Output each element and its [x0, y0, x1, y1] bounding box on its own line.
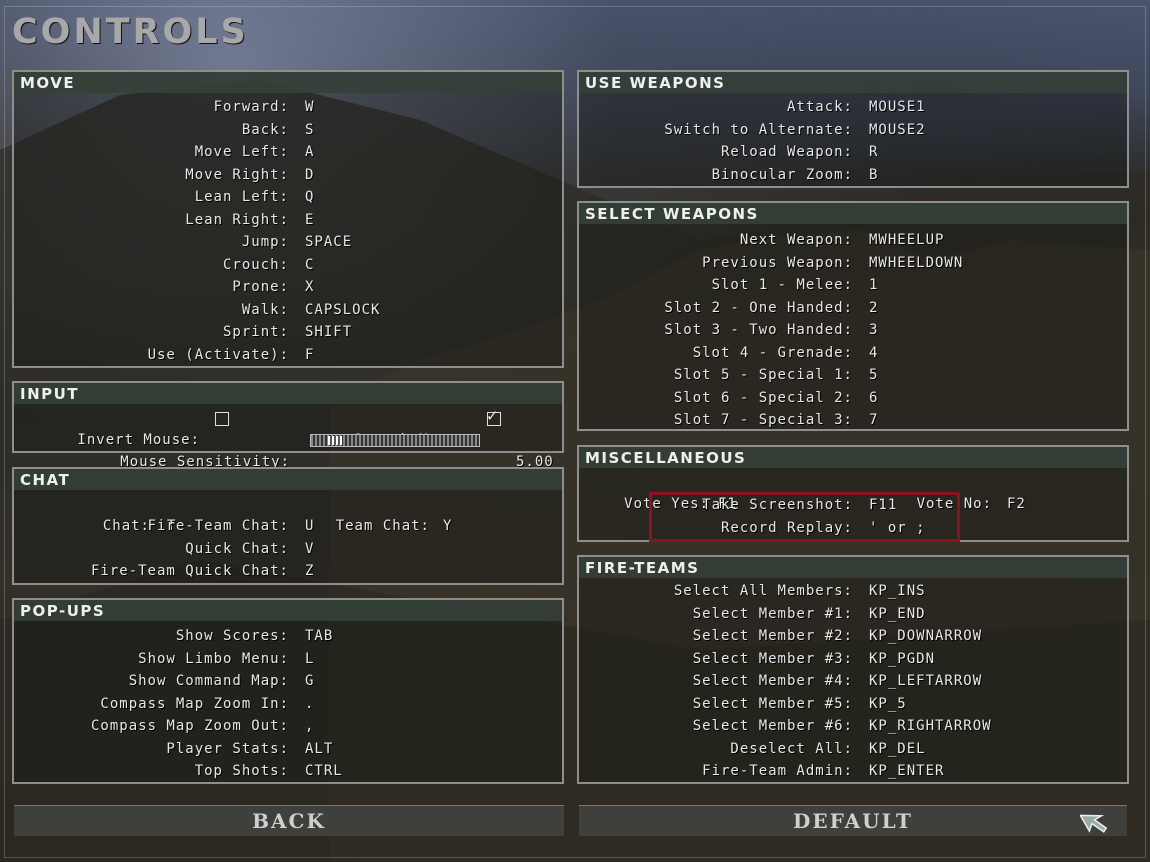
use-weapons-header: USE WEAPONS — [579, 72, 1127, 93]
smooth-mouse-label: Smooth Mouse: — [300, 407, 476, 448]
page-title: CONTROLS — [12, 12, 249, 52]
fireteam-binding-label: Select Member #1: — [692, 605, 853, 622]
use-weapon-binding-label: Switch to Alternate: — [664, 121, 853, 138]
mouse-sensitivity-value: 5.00 — [516, 454, 554, 470]
fireteam-binding-label: Select All Members: — [673, 583, 853, 599]
move-binding-label: Sprint: — [222, 324, 289, 340]
fireteam-binding-label: Fire-Team Admin: — [702, 763, 853, 779]
popup-binding-label: Compass Map Zoom Out: — [90, 718, 289, 734]
vote-yes-label: Vote Yes: — [624, 496, 709, 512]
fireteam-binding-label: Select Member #5: — [692, 695, 853, 712]
fireteam-binding-label: Select Member #4: — [692, 673, 853, 689]
move-binding-label: Prone: — [232, 279, 289, 295]
use-weapon-binding-label: Reload Weapon: — [720, 144, 853, 160]
move-binding-label: Crouch: — [222, 256, 289, 273]
cursor-icon — [1080, 814, 1108, 833]
vote-no-key[interactable]: F2 — [1007, 471, 1026, 512]
move-binding-label: Lean Right: — [185, 211, 289, 228]
move-header: MOVE — [14, 72, 562, 93]
popup-binding-label: Show Limbo Menu: — [138, 650, 289, 667]
default-button[interactable]: DEFAULT — [579, 805, 1127, 836]
select-weapon-binding-label: Previous Weapon: — [702, 254, 853, 271]
use-weapon-binding-label: Binocular Zoom: — [711, 166, 853, 183]
back-button[interactable]: BACK — [14, 805, 564, 836]
chat-key[interactable]: T — [167, 493, 186, 534]
mouse-sensitivity-label: Mouse Sensitivity: — [120, 454, 290, 470]
select-weapon-binding-label: Slot 6 - Special 2: — [673, 389, 853, 406]
move-binding-label: Back: — [241, 121, 289, 138]
popups-header: POP-UPS — [14, 600, 562, 621]
mouse-sensitivity-slider[interactable] — [310, 434, 480, 447]
move-binding-label: Move Left: — [194, 144, 289, 160]
fireteam-binding-label: Select Member #2: — [692, 628, 853, 644]
popup-binding-label: Compass Map Zoom In: — [100, 695, 289, 712]
popup-binding-label: Show Scores: — [175, 628, 289, 644]
vote-no-label: Vote No: — [916, 496, 992, 512]
select-weapon-binding-label: Slot 4 - Grenade: — [692, 344, 853, 361]
chat-binding-label: Quick Chat: — [185, 540, 289, 557]
select-weapon-binding-label: Next Weapon: — [739, 232, 853, 248]
move-binding-label: Forward: — [213, 99, 289, 115]
invert-mouse-checkbox[interactable] — [215, 412, 229, 426]
fireteam-binding-label: Deselect All: — [730, 740, 853, 757]
popup-binding-label: Top Shots: — [194, 763, 289, 779]
chat-header: CHAT — [14, 469, 562, 490]
highlight-box — [649, 492, 960, 542]
smooth-mouse-checkbox[interactable]: ✓ — [487, 406, 501, 426]
checkmark-icon: ✓ — [487, 406, 498, 426]
move-binding-label: Move Right: — [185, 166, 289, 183]
fireteams-header: FIRE-TEAMS — [579, 557, 1127, 578]
vote-yes-key[interactable]: F1 — [718, 471, 737, 512]
select-weapon-binding-label: Slot 1 - Melee: — [711, 277, 853, 293]
slider-handle[interactable] — [328, 436, 342, 445]
fireteam-binding-label: Select Member #3: — [692, 650, 853, 667]
invert-mouse-label: Invert Mouse: — [77, 432, 200, 448]
team-chat-key[interactable]: Y — [443, 493, 462, 534]
fireteam-binding-label: Select Member #6: — [692, 718, 853, 734]
move-binding-label: Lean Left: — [194, 189, 289, 205]
popup-binding-label: Player Stats: — [166, 740, 289, 757]
select-weapons-header: SELECT WEAPONS — [579, 203, 1127, 224]
input-header: INPUT — [14, 383, 562, 404]
select-weapon-binding-label: Slot 5 - Special 1: — [673, 367, 853, 383]
move-binding-label: Use (Activate): — [147, 346, 289, 363]
chat-binding-label: Fire-Team Quick Chat: — [90, 563, 289, 579]
team-chat-label: Team Chat: — [335, 518, 430, 534]
move-binding-label: Walk: — [241, 301, 289, 318]
select-weapon-binding-label: Slot 7 - Special 3: — [673, 412, 853, 428]
select-weapon-binding-label: Slot 2 - One Handed: — [664, 299, 853, 316]
move-binding-label: Jump: — [241, 234, 289, 250]
misc-header: MISCELLANEOUS — [579, 447, 1127, 468]
use-weapon-binding-label: Attack: — [786, 99, 853, 115]
popup-binding-label: Show Command Map: — [128, 673, 289, 689]
chat-label: Chat: — [102, 518, 150, 534]
chat-binding-label: Fire-Team Chat: — [147, 518, 289, 534]
select-weapon-binding-label: Slot 3 - Two Handed: — [664, 322, 853, 338]
